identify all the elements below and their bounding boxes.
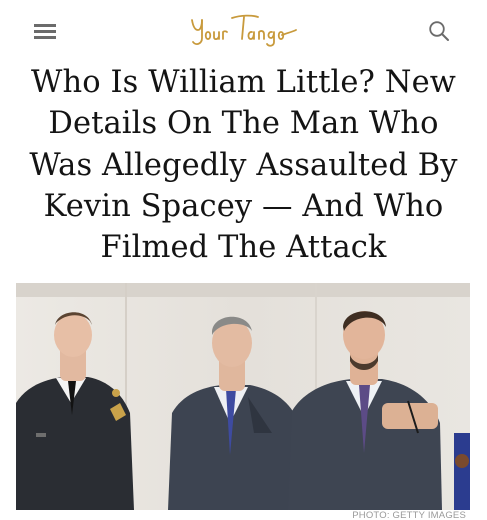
- search-icon[interactable]: [426, 18, 452, 44]
- photo-credit: PHOTO: GETTY IMAGES: [352, 510, 466, 520]
- hero-image[interactable]: [16, 283, 470, 510]
- article-title: Who Is William Little? New Details On Th…: [29, 65, 458, 266]
- hamburger-menu-icon[interactable]: [34, 24, 56, 40]
- yourtango-logo[interactable]: [186, 8, 300, 52]
- site-header: [0, 0, 487, 62]
